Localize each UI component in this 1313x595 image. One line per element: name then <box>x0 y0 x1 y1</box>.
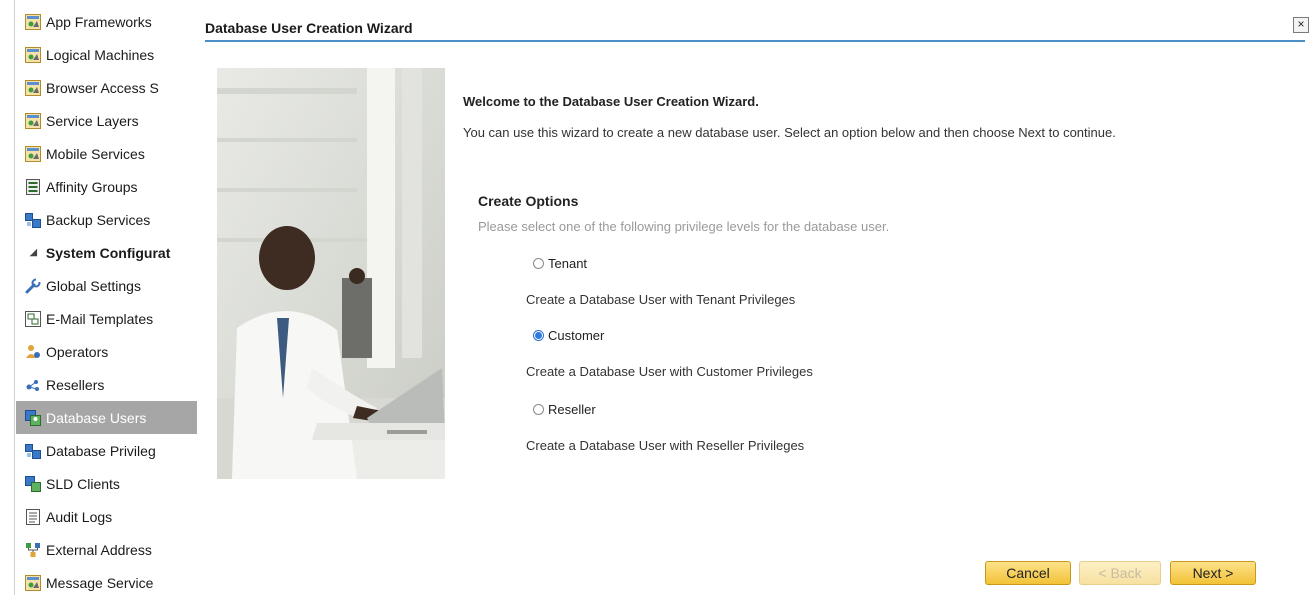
app-window-icon <box>24 574 41 591</box>
sidebar-item-label: Mobile Services <box>46 145 145 162</box>
sidebar-item-mobile-services[interactable]: Mobile Services <box>16 137 197 170</box>
app-window-icon <box>24 79 41 96</box>
sidebar-item-label: Service Layers <box>46 112 139 129</box>
sidebar-divider <box>14 0 15 595</box>
sidebar-item-label: External Address <box>46 541 152 558</box>
sidebar-item-logical-machines[interactable]: Logical Machines <box>16 38 197 71</box>
sidebar-item-audit-logs[interactable]: Audit Logs <box>16 500 197 533</box>
option-description-tenant: Create a Database User with Tenant Privi… <box>526 292 796 307</box>
radio-label-reseller: Reseller <box>548 402 596 417</box>
sidebar-item-label: Audit Logs <box>46 508 113 525</box>
sidebar-item-label: Logical Machines <box>46 46 155 63</box>
sidebar-item-label: Operators <box>46 343 109 360</box>
sidebar-item-label: App Frameworks <box>46 13 152 30</box>
sidebar-item-global-settings[interactable]: Global Settings <box>16 269 197 302</box>
sidebar-section-system-configuration[interactable]: ◢ System Configurat <box>16 236 197 269</box>
close-icon: × <box>1297 17 1305 31</box>
radio-option-tenant[interactable]: Tenant <box>533 256 587 271</box>
app-window-icon <box>24 46 41 63</box>
app-window-icon <box>24 13 41 30</box>
sidebar-item-backup-services[interactable]: Backup Services <box>16 203 197 236</box>
list-icon <box>24 178 41 195</box>
sidebar-item-browser-access[interactable]: Browser Access S <box>16 71 197 104</box>
sidebar-item-affinity-groups[interactable]: Affinity Groups <box>16 170 197 203</box>
sidebar-item-label: Backup Services <box>46 211 151 228</box>
sidebar-item-label: SLD Clients <box>46 475 120 492</box>
radio-option-reseller[interactable]: Reseller <box>533 402 596 417</box>
sidebar-item-label: Database Users <box>46 409 147 426</box>
sidebar-item-operators[interactable]: Operators <box>16 335 197 368</box>
sidebar-item-label: Affinity Groups <box>46 178 138 195</box>
sidebar-section-label: System Configurat <box>45 244 171 261</box>
sidebar-item-sld-clients[interactable]: SLD Clients <box>16 467 197 500</box>
wizard-illustration <box>217 68 445 479</box>
title-divider <box>205 40 1305 42</box>
audit-log-icon <box>24 508 41 525</box>
email-template-icon <box>24 310 41 327</box>
option-description-reseller: Create a Database User with Reseller Pri… <box>526 438 805 453</box>
sidebar-item-label: Global Settings <box>46 277 141 294</box>
wrench-icon <box>24 277 41 294</box>
close-button[interactable]: × <box>1293 17 1309 33</box>
sidebar-item-email-templates[interactable]: E-Mail Templates <box>16 302 197 335</box>
radio-label-tenant: Tenant <box>548 256 588 271</box>
radio-button-customer[interactable] <box>533 330 544 341</box>
external-address-icon <box>24 541 41 558</box>
radio-option-customer[interactable]: Customer <box>533 328 604 343</box>
create-options-heading: Create Options <box>478 193 579 209</box>
sidebar-item-label: Database Privileg <box>46 442 156 459</box>
database-privileges-icon <box>24 442 41 459</box>
sidebar-item-label: Message Service <box>46 574 154 591</box>
app-window-icon <box>24 145 41 162</box>
sidebar-item-label: Resellers <box>46 376 105 393</box>
sidebar-item-label: Browser Access S <box>46 79 159 96</box>
sidebar-item-app-frameworks[interactable]: App Frameworks <box>16 5 197 38</box>
sidebar: App Frameworks Logical Machines Browser … <box>0 0 197 595</box>
collapse-triangle-icon: ◢ <box>30 247 37 257</box>
back-button[interactable]: < Back <box>1079 561 1161 585</box>
wizard-dialog: Database User Creation Wizard × Welcome … <box>197 0 1313 595</box>
create-options-hint: Please select one of the following privi… <box>478 219 890 234</box>
option-description-customer: Create a Database User with Customer Pri… <box>526 364 813 379</box>
welcome-text: You can use this wizard to create a new … <box>463 125 1116 140</box>
radio-button-reseller[interactable] <box>533 404 544 415</box>
sidebar-item-database-users[interactable]: Database Users <box>16 401 197 434</box>
resellers-icon <box>24 376 41 393</box>
sidebar-item-service-layers[interactable]: Service Layers <box>16 104 197 137</box>
sidebar-item-database-privileges[interactable]: Database Privileg <box>16 434 197 467</box>
operators-icon <box>24 343 41 360</box>
cancel-button[interactable]: Cancel <box>985 561 1071 585</box>
sidebar-item-message-service[interactable]: Message Service <box>16 566 197 595</box>
sidebar-item-label: E-Mail Templates <box>46 310 154 327</box>
welcome-heading: Welcome to the Database User Creation Wi… <box>463 94 759 109</box>
wizard-title: Database User Creation Wizard <box>205 20 413 36</box>
app-window-icon <box>24 112 41 129</box>
radio-button-tenant[interactable] <box>533 258 544 269</box>
sld-clients-icon <box>24 475 41 492</box>
sidebar-item-resellers[interactable]: Resellers <box>16 368 197 401</box>
backup-icon <box>24 211 41 228</box>
radio-label-customer: Customer <box>548 328 605 343</box>
next-button[interactable]: Next > <box>1170 561 1256 585</box>
sidebar-item-external-address[interactable]: External Address <box>16 533 197 566</box>
database-users-icon <box>24 409 41 426</box>
